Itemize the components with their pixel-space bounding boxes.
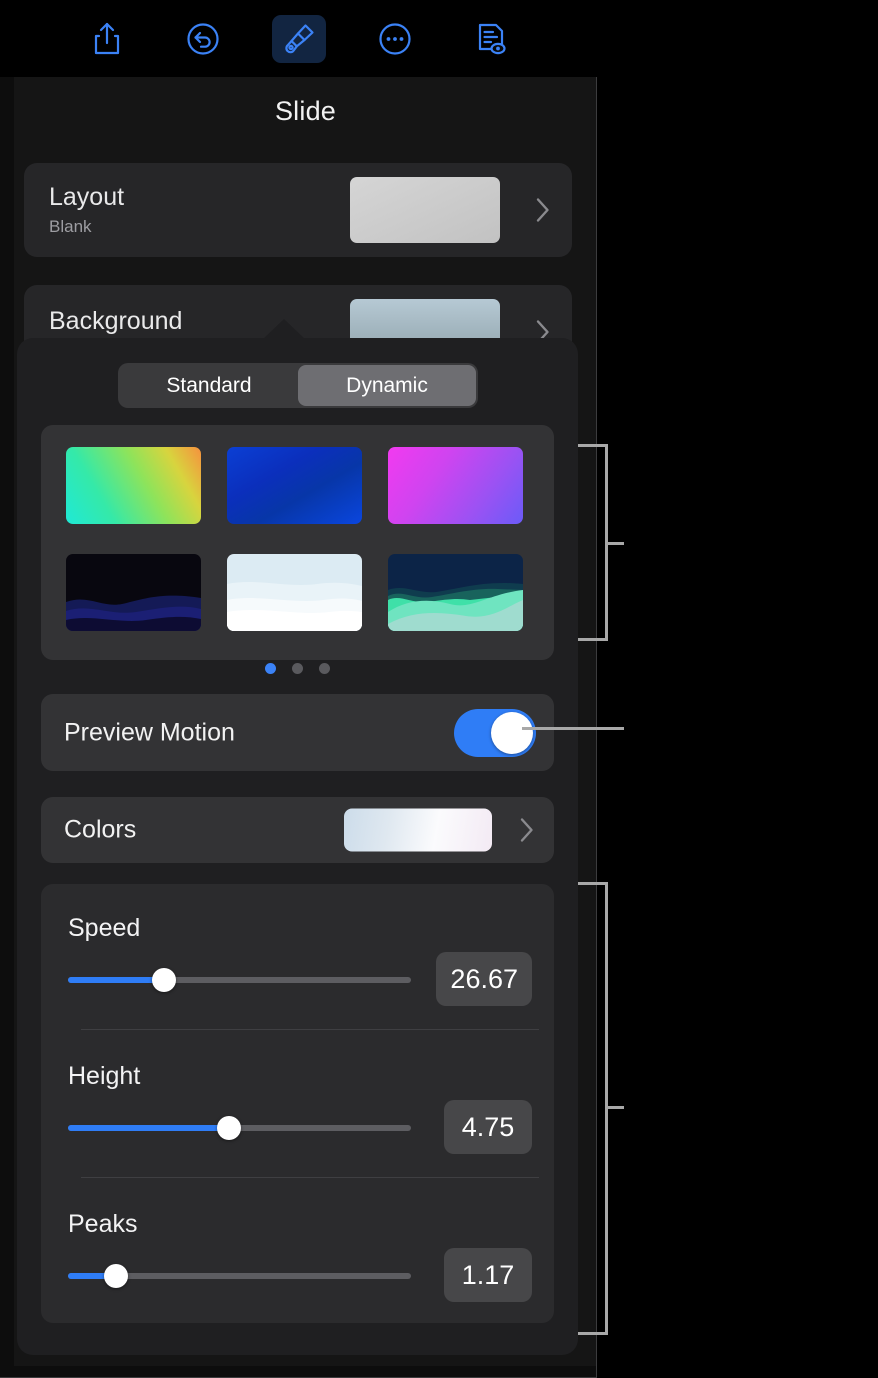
brush-icon[interactable] (271, 14, 326, 63)
undo-icon[interactable] (176, 15, 230, 63)
background-pager[interactable] (17, 663, 578, 674)
pager-dot-1[interactable] (265, 663, 276, 674)
toggle-knob (491, 711, 533, 754)
slider-label-height: Height (68, 1062, 141, 1090)
document-icon[interactable] (464, 15, 518, 63)
slider-label-peaks: Peaks (68, 1210, 138, 1238)
slider-divider-1 (81, 1029, 539, 1030)
callout-sliders (578, 882, 624, 1338)
ellipsis-icon[interactable] (368, 15, 422, 63)
background-option-5[interactable] (227, 554, 362, 631)
slider-value-height[interactable]: 4.75 (444, 1100, 532, 1154)
slider-track-speed[interactable] (68, 968, 411, 992)
screen: Slide Layout Blank Background Standard D… (0, 0, 878, 1378)
row-layout-label: Layout (49, 183, 125, 211)
colors-row[interactable]: Colors (41, 797, 554, 863)
colors-swatch (344, 808, 492, 852)
background-option-1[interactable] (66, 447, 201, 524)
preview-motion-label: Preview Motion (64, 718, 235, 746)
chevron-right-icon (536, 198, 550, 223)
callout-preview-motion (522, 727, 624, 730)
background-option-3[interactable] (388, 447, 523, 524)
slider-track-height[interactable] (68, 1116, 411, 1140)
segment-dynamic[interactable]: Dynamic (298, 365, 476, 406)
slider-fill-speed (68, 977, 165, 983)
row-layout[interactable]: Layout Blank (24, 163, 572, 257)
slider-knob-height[interactable] (217, 1116, 242, 1140)
background-type-segmented-control[interactable]: Standard Dynamic (118, 363, 478, 408)
row-layout-value: Blank (49, 217, 92, 236)
page-title: Slide (274, 96, 337, 126)
pager-dot-2[interactable] (292, 663, 303, 674)
slider-knob-speed[interactable] (152, 968, 177, 992)
pager-dot-3[interactable] (319, 663, 330, 674)
slider-fill-height (68, 1125, 230, 1131)
top-toolbar (0, 0, 597, 77)
layout-thumbnail (350, 177, 500, 243)
slider-value-peaks[interactable]: 1.17 (444, 1248, 532, 1302)
slider-value-speed[interactable]: 26.67 (436, 952, 532, 1006)
preview-motion-row: Preview Motion (41, 694, 554, 771)
preview-motion-toggle[interactable] (454, 708, 536, 757)
slider-knob-peaks[interactable] (104, 1264, 129, 1288)
segment-standard[interactable]: Standard (120, 365, 298, 406)
motion-sliders-card: Speed 26.67 Height 4.75 Peaks 1.17 (41, 884, 554, 1323)
chevron-right-icon (520, 818, 534, 843)
popover-caret (262, 319, 306, 340)
background-grid (66, 447, 523, 631)
format-inspector-panel: Slide Layout Blank Background Standard D… (0, 0, 597, 1378)
background-option-6[interactable] (388, 554, 523, 631)
share-icon[interactable] (80, 15, 134, 63)
callout-backgrounds (578, 444, 624, 644)
background-option-2[interactable] (227, 447, 362, 524)
background-grid-card (41, 425, 554, 660)
slider-label-speed: Speed (68, 914, 141, 942)
dynamic-background-popover: Standard Dynamic Preview Motion Colors S… (17, 338, 578, 1355)
slider-divider-2 (81, 1177, 539, 1178)
row-background-label: Background (49, 307, 183, 335)
slider-track-peaks[interactable] (68, 1264, 411, 1288)
background-option-4[interactable] (66, 554, 201, 631)
colors-label: Colors (64, 815, 137, 844)
